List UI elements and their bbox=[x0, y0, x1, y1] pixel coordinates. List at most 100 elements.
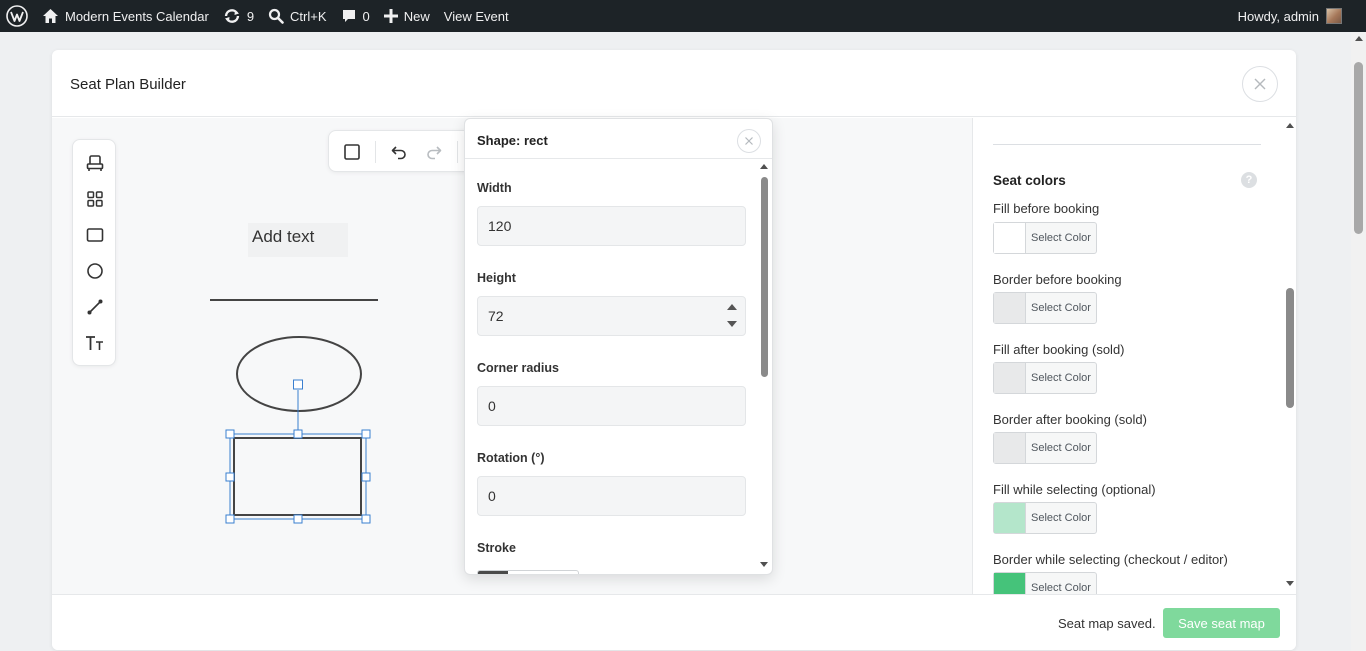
resize-handle[interactable] bbox=[225, 472, 235, 482]
updates-icon bbox=[224, 9, 240, 23]
panel-scroll-thumb[interactable] bbox=[761, 177, 768, 377]
seat-icon bbox=[86, 155, 104, 171]
grid-icon bbox=[87, 191, 103, 207]
resize-handle[interactable] bbox=[225, 514, 235, 524]
fill-after-swatch bbox=[994, 363, 1026, 393]
select-color-label: Select Color bbox=[1031, 302, 1091, 314]
section-divider bbox=[993, 144, 1261, 145]
shape-panel-header: Shape: rect bbox=[465, 119, 772, 159]
line-tool-button[interactable] bbox=[83, 295, 107, 319]
my-account-link[interactable]: Howdy, admin bbox=[1238, 8, 1366, 24]
site-name-link[interactable]: Modern Events Calendar bbox=[35, 0, 216, 32]
resize-handle[interactable] bbox=[361, 472, 371, 482]
border-selecting-label: Border while selecting (checkout / edito… bbox=[993, 552, 1228, 567]
select-color-label: Select Color bbox=[1031, 372, 1091, 384]
rotation-input[interactable]: 0 bbox=[477, 476, 746, 516]
sidebar-scrollbar[interactable] bbox=[1282, 118, 1296, 594]
modal-close-button[interactable] bbox=[1242, 66, 1278, 102]
fill-before-swatch bbox=[994, 223, 1026, 253]
select-color-label: Select Color bbox=[1031, 442, 1091, 454]
new-label: New bbox=[403, 8, 430, 24]
wordpress-icon bbox=[6, 5, 28, 27]
page-scroll-thumb[interactable] bbox=[1354, 62, 1363, 234]
fill-selecting-color-picker[interactable]: Select Color bbox=[993, 502, 1097, 534]
grid-tool-button[interactable] bbox=[83, 187, 107, 211]
view-event-link[interactable]: View Event bbox=[437, 0, 516, 32]
comments-link[interactable]: 0 bbox=[334, 0, 377, 32]
circle-icon bbox=[87, 263, 103, 279]
plus-icon bbox=[383, 9, 398, 23]
save-seat-map-button[interactable]: Save seat map bbox=[1163, 608, 1280, 638]
home-icon bbox=[43, 9, 58, 23]
resize-handle[interactable] bbox=[361, 514, 371, 524]
border-before-color-picker[interactable]: Select Color bbox=[993, 292, 1097, 324]
selection-handles[interactable] bbox=[225, 379, 371, 524]
save-status: Seat map saved. bbox=[1058, 616, 1156, 631]
text-tool-button[interactable] bbox=[83, 331, 107, 355]
spin-up-icon[interactable] bbox=[727, 304, 737, 310]
panel-scroll-down-icon[interactable] bbox=[760, 562, 768, 567]
line-icon bbox=[87, 299, 103, 315]
canvas-rect-shape[interactable] bbox=[233, 437, 362, 516]
spin-down-icon[interactable] bbox=[727, 321, 737, 327]
select-color-label: Select Color bbox=[1031, 512, 1091, 524]
updates-link[interactable]: 9 bbox=[216, 0, 261, 32]
seat-tool-button[interactable] bbox=[83, 151, 107, 175]
rotate-handle[interactable] bbox=[293, 379, 303, 390]
resize-handle[interactable] bbox=[225, 429, 235, 439]
fill-before-label: Fill before booking bbox=[993, 201, 1100, 216]
settings-sidebar: Seat colors ? Fill before booking Select… bbox=[972, 118, 1296, 594]
height-input[interactable]: 72 bbox=[477, 296, 746, 336]
undo-icon bbox=[391, 146, 406, 160]
page-scrollbar[interactable] bbox=[1351, 32, 1366, 651]
canvas-ellipse-shape[interactable] bbox=[236, 336, 362, 412]
new-content-link[interactable]: New bbox=[377, 0, 437, 32]
fill-before-color-picker[interactable]: Select Color bbox=[993, 222, 1097, 254]
stroke-color-picker[interactable] bbox=[477, 570, 579, 574]
height-value: 72 bbox=[488, 308, 504, 324]
undo-button[interactable] bbox=[387, 140, 411, 164]
resize-handle[interactable] bbox=[293, 429, 303, 439]
resize-handle[interactable] bbox=[361, 429, 371, 439]
select-tool-button[interactable] bbox=[340, 140, 364, 164]
modal-title: Seat Plan Builder bbox=[70, 76, 186, 93]
rectangle-tool-button[interactable] bbox=[83, 223, 107, 247]
border-before-swatch bbox=[994, 293, 1026, 323]
canvas-text-shape[interactable]: Add text bbox=[248, 223, 348, 257]
border-before-label: Border before booking bbox=[993, 272, 1122, 287]
shape-panel-title: Shape: rect bbox=[477, 133, 548, 148]
help-icon[interactable]: ? bbox=[1241, 172, 1257, 188]
greeting-label: Howdy, admin bbox=[1237, 8, 1319, 24]
corner-radius-label: Corner radius bbox=[477, 361, 559, 375]
fill-selecting-label: Fill while selecting (optional) bbox=[993, 482, 1156, 497]
fill-after-label: Fill after booking (sold) bbox=[993, 342, 1125, 357]
corner-radius-input[interactable]: 0 bbox=[477, 386, 746, 426]
sidebar-scroll-thumb[interactable] bbox=[1286, 288, 1294, 408]
text-icon bbox=[86, 336, 103, 350]
page-scroll-up-icon[interactable] bbox=[1355, 36, 1363, 41]
border-after-label: Border after booking (sold) bbox=[993, 412, 1147, 427]
panel-scroll-up-icon[interactable] bbox=[760, 164, 768, 169]
toolbar-divider bbox=[457, 141, 458, 163]
circle-tool-button[interactable] bbox=[83, 259, 107, 283]
select-color-label: Select Color bbox=[1031, 582, 1091, 594]
border-after-color-picker[interactable]: Select Color bbox=[993, 432, 1097, 464]
width-input[interactable]: 120 bbox=[477, 206, 746, 246]
tool-palette bbox=[72, 139, 116, 366]
sidebar-scroll-up-icon[interactable] bbox=[1286, 123, 1294, 128]
select-icon bbox=[344, 144, 360, 160]
wordpress-logo-button[interactable] bbox=[0, 0, 35, 32]
sidebar-scroll-down-icon[interactable] bbox=[1286, 581, 1294, 586]
resize-handle[interactable] bbox=[293, 514, 303, 524]
comments-count: 0 bbox=[362, 8, 370, 24]
shape-panel-close-button[interactable] bbox=[737, 129, 761, 153]
updates-count: 9 bbox=[246, 8, 255, 24]
fill-after-color-picker[interactable]: Select Color bbox=[993, 362, 1097, 394]
rectangle-icon bbox=[86, 228, 104, 242]
border-after-swatch bbox=[994, 433, 1026, 463]
redo-button[interactable] bbox=[422, 140, 446, 164]
border-selecting-color-picker[interactable]: Select Color bbox=[993, 572, 1097, 594]
shape-panel-scrollbar[interactable] bbox=[757, 160, 772, 574]
search-link[interactable]: Ctrl+K bbox=[261, 0, 333, 32]
site-name-label: Modern Events Calendar bbox=[65, 8, 209, 24]
